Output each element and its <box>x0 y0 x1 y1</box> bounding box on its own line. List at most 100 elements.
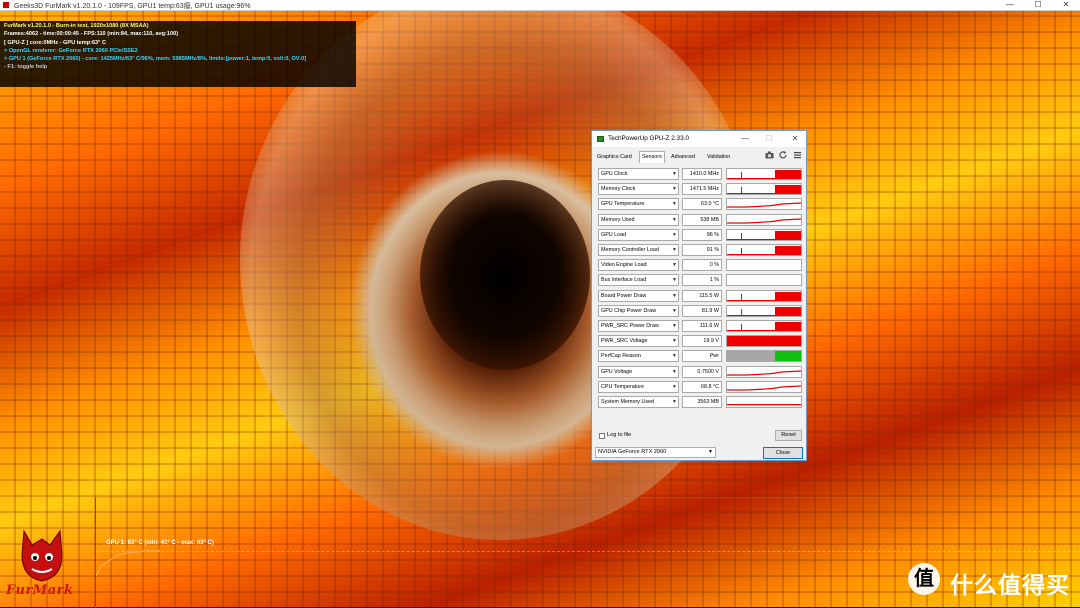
refresh-icon[interactable] <box>779 151 788 159</box>
device-select-value: NVIDIA GeForce RTX 2060 <box>598 449 667 455</box>
furmark-osd-panel: FurMark v1.20.1.0 - Burn-in test, 1920x1… <box>0 21 356 87</box>
osd-renderer-line: > OpenGL renderer: GeForce RTX 2060 PCIe… <box>4 47 138 54</box>
sensor-row: GPU Clock ▼ 1410.0 MHz <box>598 168 802 181</box>
sensor-value: Pwr <box>682 350 722 363</box>
sensor-row: Board Power Draw ▼ 115.5 W <box>598 289 802 303</box>
sensor-value: 68.8 °C <box>682 380 722 393</box>
log-to-file-checkbox[interactable] <box>599 433 605 439</box>
sensor-row: Memory Controller Load ▼ 91 % <box>598 244 802 257</box>
minimize-button[interactable]: — <box>1000 0 1020 10</box>
sensor-name: PWR_SRC Power Draw <box>601 323 659 329</box>
sensor-name: Memory Used <box>601 216 635 223</box>
sensor-graph <box>726 335 802 348</box>
chevron-down-icon: ▼ <box>672 216 677 223</box>
sensor-name-dropdown[interactable]: System Memory Used ▼ <box>598 396 679 408</box>
sensor-graph <box>726 168 802 180</box>
graph-max-line <box>96 551 1080 552</box>
chevron-down-icon: ▼ <box>672 186 677 193</box>
gpuz-titlebar[interactable]: TechPowerUp GPU-Z 2.33.0 — ☐ ✕ <box>592 131 806 147</box>
sensor-graph <box>726 289 802 302</box>
sensor-value: 3563 MB <box>682 396 722 408</box>
sensor-value: 111.6 W <box>682 320 722 332</box>
sensor-row: PWR_SRC Voltage ▼ 19.9 V <box>598 335 802 348</box>
sensor-value: 0.7500 V <box>682 365 722 378</box>
chevron-down-icon: ▼ <box>672 399 677 405</box>
sensor-value: 81.9 W <box>682 304 722 317</box>
sensor-graph <box>726 304 802 317</box>
sensor-value: 96 % <box>682 228 722 241</box>
sensor-name-dropdown[interactable]: PWR_SRC Voltage ▼ <box>598 335 679 348</box>
furmark-logo: FurMark <box>2 525 86 605</box>
sensor-name: Memory Clock <box>601 186 636 193</box>
sensor-name-dropdown[interactable]: Memory Used ▼ <box>598 213 679 226</box>
sensor-name: GPU Voltage <box>601 368 633 375</box>
gpuz-minimize-button[interactable]: — <box>738 134 752 143</box>
gpuz-maximize-button[interactable]: ☐ <box>762 134 776 143</box>
chevron-down-icon: ▼ <box>672 231 677 238</box>
sensor-row: Memory Used ▼ 538 MB <box>598 213 802 227</box>
sensor-name: GPU Load <box>601 231 627 238</box>
reset-button[interactable]: Reset <box>775 430 802 441</box>
osd-gpu-line: > GPU 1 (GeForce RTX 2060) - core: 1425M… <box>4 56 307 63</box>
temperature-graph-curve <box>96 550 160 577</box>
sensor-name-dropdown[interactable]: Video Engine Load ▼ <box>598 259 679 272</box>
sensor-value: 0 % <box>682 259 722 272</box>
sensor-name-dropdown[interactable]: Board Power Draw ▼ <box>598 289 679 302</box>
sensor-name-dropdown[interactable]: GPU Voltage ▼ <box>598 365 679 378</box>
sensor-graph <box>726 396 802 408</box>
chevron-down-icon: ▼ <box>672 277 677 284</box>
sensor-value: 1471.5 MHz <box>682 183 722 196</box>
sensor-row: PerfCap Reason ▼ Pwr <box>598 350 802 363</box>
gpuz-close-button[interactable]: ✕ <box>788 134 802 143</box>
fur-swirl-decoration <box>420 180 590 370</box>
chevron-down-icon: ▼ <box>672 338 677 345</box>
sensor-graph <box>726 198 802 211</box>
sensor-row: System Memory Used ▼ 3563 MB <box>598 396 802 409</box>
sensor-name-dropdown[interactable]: PWR_SRC Power Draw ▼ <box>598 320 679 332</box>
furmark-titlebar[interactable]: Geeks3D FurMark v1.20.1.0 - 109FPS, GPU1… <box>0 0 1080 11</box>
sensor-name: Memory Controller Load <box>601 247 659 253</box>
chevron-down-icon: ▼ <box>672 353 677 360</box>
sensor-name: GPU Temperature <box>601 201 645 208</box>
sensor-graph <box>726 244 802 256</box>
sensor-name: Bus Interface Load <box>601 277 647 284</box>
sensor-row: Bus Interface Load ▼ 1 % <box>598 274 802 287</box>
sensor-graph <box>726 365 802 378</box>
camera-icon[interactable] <box>765 151 774 159</box>
sensor-graph <box>726 380 802 393</box>
chevron-down-icon: ▼ <box>672 383 677 390</box>
window-title: Geeks3D FurMark v1.20.1.0 - 109FPS, GPU1… <box>14 3 251 10</box>
sensor-value: 1 % <box>682 274 722 287</box>
sensor-name-dropdown[interactable]: Memory Clock ▼ <box>598 183 679 196</box>
menu-icon[interactable] <box>793 151 802 159</box>
maximize-button[interactable]: ☐ <box>1028 0 1048 10</box>
device-select[interactable]: NVIDIA GeForce RTX 2060 ▼ <box>595 447 716 458</box>
sensor-graph <box>726 183 802 196</box>
chevron-down-icon: ▼ <box>708 449 713 455</box>
sensor-value: 63.0 °C <box>682 198 722 211</box>
furmark-monster-icon <box>21 529 63 582</box>
sensor-name-dropdown[interactable]: PerfCap Reason ▼ <box>598 350 679 363</box>
sensor-row: GPU Temperature ▼ 63.0 °C <box>598 198 802 211</box>
tab-validation[interactable]: Validation <box>705 152 732 162</box>
gpuz-window[interactable]: TechPowerUp GPU-Z 2.33.0 — ☐ ✕ Graphics … <box>591 130 807 461</box>
close-dialog-button[interactable]: Close <box>763 447 803 459</box>
chevron-down-icon: ▼ <box>672 247 677 253</box>
osd-help-line: - F1: toggle help <box>4 64 48 71</box>
sensor-name-dropdown[interactable]: GPU Clock ▼ <box>598 168 679 180</box>
tab-sensors[interactable]: Sensors <box>639 151 665 163</box>
sensor-name-dropdown[interactable]: GPU Temperature ▼ <box>598 198 679 211</box>
sensor-name-dropdown[interactable]: GPU Chip Power Draw ▼ <box>598 304 679 317</box>
sensor-name-dropdown[interactable]: GPU Load ▼ <box>598 228 679 241</box>
sensor-row: Video Engine Load ▼ 0 % <box>598 259 802 272</box>
tab-advanced[interactable]: Advanced <box>669 152 697 162</box>
osd-frames-line: Frames:4062 - time:00:00:45 - FPS:110 (m… <box>4 31 179 38</box>
chevron-down-icon: ▼ <box>672 368 677 375</box>
sensor-value: 1410.0 MHz <box>682 168 722 180</box>
sensor-name-dropdown[interactable]: Memory Controller Load ▼ <box>598 244 679 256</box>
sensor-graph <box>726 274 802 287</box>
close-button[interactable]: ✕ <box>1056 0 1076 10</box>
sensor-name-dropdown[interactable]: Bus Interface Load ▼ <box>598 274 679 287</box>
tab-graphics-card[interactable]: Graphics Card <box>595 152 634 162</box>
sensor-name-dropdown[interactable]: CPU Temperature ▼ <box>598 380 679 393</box>
